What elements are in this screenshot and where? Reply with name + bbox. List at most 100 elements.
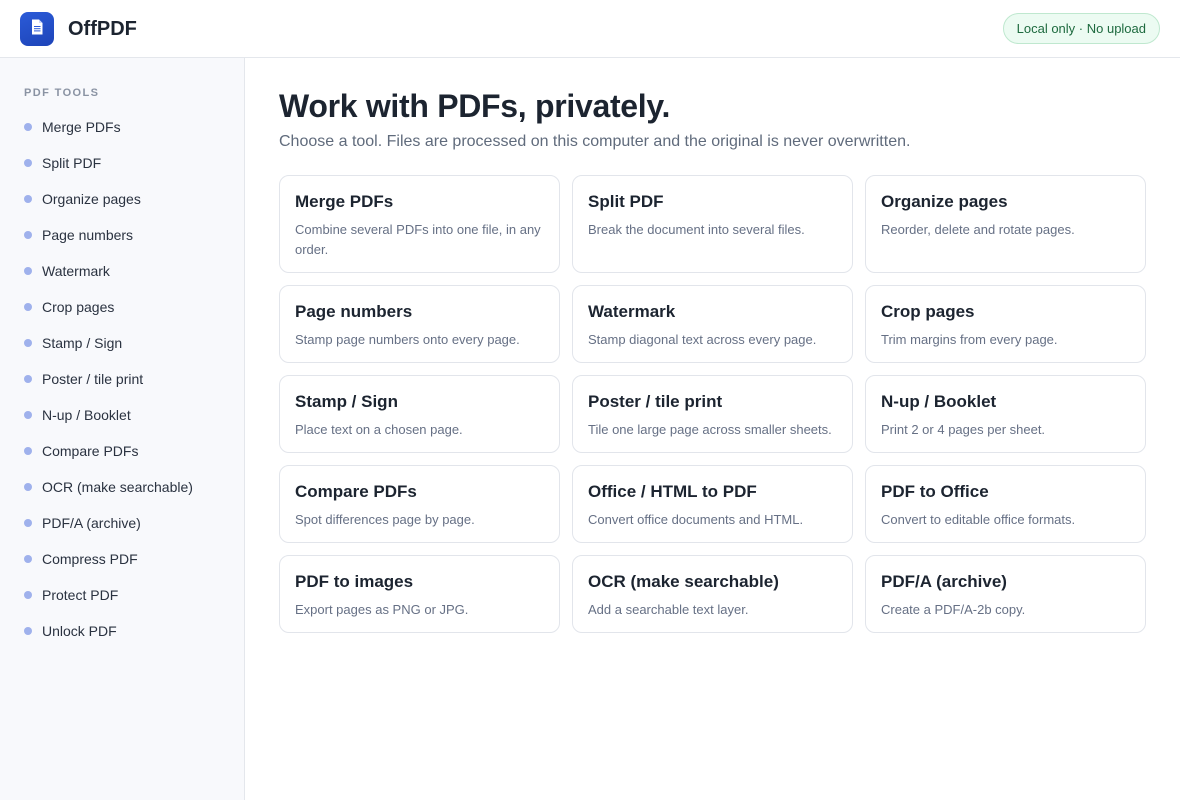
tool-card-pdf-to-images[interactable]: PDF to images Export pages as PNG or JPG. [279, 555, 560, 633]
sidebar-item-label: Watermark [42, 263, 110, 279]
bullet-dot-icon [24, 195, 32, 203]
sidebar-item-compare-pdfs[interactable]: Compare PDFs [24, 433, 193, 469]
sidebar-item-label: Split PDF [42, 155, 102, 171]
tool-card-title: PDF/A (archive) [881, 572, 1007, 591]
tool-card-office-html-to-pdf[interactable]: Office / HTML to PDF Convert office docum… [572, 465, 853, 543]
bullet-dot-icon [24, 303, 32, 311]
tool-card-title: Office / HTML to PDF [588, 482, 757, 501]
tool-card-grid: Merge PDFs Combine several PDFs into one … [279, 175, 1146, 633]
sidebar-tool-list: Merge PDFs Split PDF Organize pages Page… [24, 109, 193, 649]
main-content: Work with PDFs, privately. Choose a tool… [245, 58, 1180, 800]
sidebar-item-page-numbers[interactable]: Page numbers [24, 217, 193, 253]
tool-card-page-numbers[interactable]: Page numbers Stamp page numbers onto ever… [279, 285, 560, 363]
bullet-dot-icon [24, 411, 32, 419]
tool-card-description: Place text on a chosen page. [295, 422, 463, 437]
tool-card-compare-pdfs[interactable]: Compare PDFs Spot differences page by pag… [279, 465, 560, 543]
bullet-dot-icon [24, 123, 32, 131]
sidebar-item-protect-pdf[interactable]: Protect PDF [24, 577, 193, 613]
tool-card-pdf-to-office[interactable]: PDF to Office Convert to editable office … [865, 465, 1146, 543]
tool-card-watermark[interactable]: Watermark Stamp diagonal text across ever… [572, 285, 853, 363]
document-icon [30, 19, 44, 40]
bullet-dot-icon [24, 447, 32, 455]
sidebar-heading: PDF TOOLS [24, 87, 100, 99]
sidebar-item-label: N-up / Booklet [42, 407, 131, 423]
app-title: OffPDF [68, 18, 137, 40]
tool-card-ocr[interactable]: OCR (make searchable) Add a searchable te… [572, 555, 853, 633]
sidebar-item-label: Compare PDFs [42, 443, 139, 459]
sidebar-item-label: Organize pages [42, 191, 141, 207]
page-subtitle: Choose a tool. Files are processed on th… [279, 133, 911, 150]
sidebar-item-label: Unlock PDF [42, 623, 117, 639]
sidebar-item-pdfa-archive[interactable]: PDF/A (archive) [24, 505, 193, 541]
tool-card-crop-pages[interactable]: Crop pages Trim margins from every page. [865, 285, 1146, 363]
tool-card-merge-pdfs[interactable]: Merge PDFs Combine several PDFs into one … [279, 175, 560, 273]
sidebar-item-label: Compress PDF [42, 551, 138, 567]
tool-card-description: Convert to editable office formats. [881, 512, 1076, 527]
sidebar-item-label: Crop pages [42, 299, 115, 315]
sidebar-item-ocr[interactable]: OCR (make searchable) [24, 469, 193, 505]
tool-card-description: Add a searchable text layer. [588, 602, 749, 617]
top-bar: OffPDF Local only · No upload [0, 0, 1180, 58]
sidebar: PDF TOOLS Merge PDFs Split PDF Organize … [0, 58, 245, 800]
sidebar-item-label: OCR (make searchable) [42, 479, 193, 495]
privacy-badge: Local only · No upload [1002, 13, 1160, 44]
sidebar-item-poster-tile-print[interactable]: Poster / tile print [24, 361, 193, 397]
sidebar-item-unlock-pdf[interactable]: Unlock PDF [24, 613, 193, 649]
bullet-dot-icon [24, 483, 32, 491]
sidebar-item-label: Protect PDF [42, 587, 119, 603]
tool-card-description: Stamp page numbers onto every page. [295, 332, 520, 347]
bullet-dot-icon [24, 519, 32, 527]
tool-card-title: PDF to images [295, 572, 414, 591]
app-logo [20, 12, 54, 46]
sidebar-item-label: Stamp / Sign [42, 335, 123, 351]
page-title: Work with PDFs, privately. [279, 88, 671, 124]
tool-card-poster-tile-print[interactable]: Poster / tile print Tile one large page a… [572, 375, 853, 453]
tool-card-description: Export pages as PNG or JPG. [295, 602, 469, 617]
tool-card-description: Stamp diagonal text across every page. [588, 332, 817, 347]
tool-card-description: Spot differences page by page. [295, 512, 475, 527]
sidebar-item-split-pdf[interactable]: Split PDF [24, 145, 193, 181]
tool-card-title: Split PDF [588, 192, 664, 211]
tool-card-title: PDF to Office [881, 482, 989, 501]
tool-card-description: Trim margins from every page. [881, 332, 1058, 347]
tool-card-title: Page numbers [295, 302, 413, 321]
sidebar-item-compress-pdf[interactable]: Compress PDF [24, 541, 193, 577]
sidebar-item-merge-pdfs[interactable]: Merge PDFs [24, 109, 193, 145]
bullet-dot-icon [24, 267, 32, 275]
sidebar-item-label: Poster / tile print [42, 371, 144, 387]
sidebar-item-organize-pages[interactable]: Organize pages [24, 181, 193, 217]
tool-card-description: Print 2 or 4 pages per sheet. [881, 422, 1046, 437]
sidebar-item-crop-pages[interactable]: Crop pages [24, 289, 193, 325]
tool-card-stamp-sign[interactable]: Stamp / Sign Place text on a chosen page. [279, 375, 560, 453]
sidebar-item-label: Page numbers [42, 227, 134, 243]
tool-card-description: Break the document into several files. [588, 222, 805, 237]
sidebar-item-label: PDF/A (archive) [42, 515, 141, 531]
tool-card-title: N-up / Booklet [881, 392, 997, 411]
tool-card-description: Tile one large page across smaller sheet… [588, 422, 832, 437]
tool-card-organize-pages[interactable]: Organize pages Reorder, delete and rotate… [865, 175, 1146, 273]
bullet-dot-icon [24, 375, 32, 383]
bullet-dot-icon [24, 591, 32, 599]
bullet-dot-icon [24, 555, 32, 563]
tool-card-description: Convert office documents and HTML. [588, 512, 804, 527]
tool-card-title: OCR (make searchable) [588, 572, 779, 591]
sidebar-item-n-up-booklet[interactable]: N-up / Booklet [24, 397, 193, 433]
tool-card-split-pdf[interactable]: Split PDF Break the document into several… [572, 175, 853, 273]
tool-card-n-up-booklet[interactable]: N-up / Booklet Print 2 or 4 pages per she… [865, 375, 1146, 453]
bullet-dot-icon [24, 627, 32, 635]
sidebar-item-watermark[interactable]: Watermark [24, 253, 193, 289]
tool-card-title: Compare PDFs [295, 482, 417, 501]
tool-card-title: Stamp / Sign [295, 392, 398, 411]
tool-card-pdfa-archive[interactable]: PDF/A (archive) Create a PDF/A-2b copy. [865, 555, 1146, 633]
tool-card-title: Merge PDFs [295, 192, 394, 211]
tool-card-title: Poster / tile print [588, 392, 723, 411]
sidebar-item-stamp-sign[interactable]: Stamp / Sign [24, 325, 193, 361]
tool-card-title: Watermark [588, 302, 676, 321]
bullet-dot-icon [24, 339, 32, 347]
tool-card-description: Combine several PDFs into one file, in a… [295, 222, 541, 257]
sidebar-item-label: Merge PDFs [42, 119, 121, 135]
bullet-dot-icon [24, 159, 32, 167]
tool-card-description: Reorder, delete and rotate pages. [881, 222, 1075, 237]
tool-card-description: Create a PDF/A-2b copy. [881, 602, 1026, 617]
tool-card-title: Organize pages [881, 192, 1008, 211]
